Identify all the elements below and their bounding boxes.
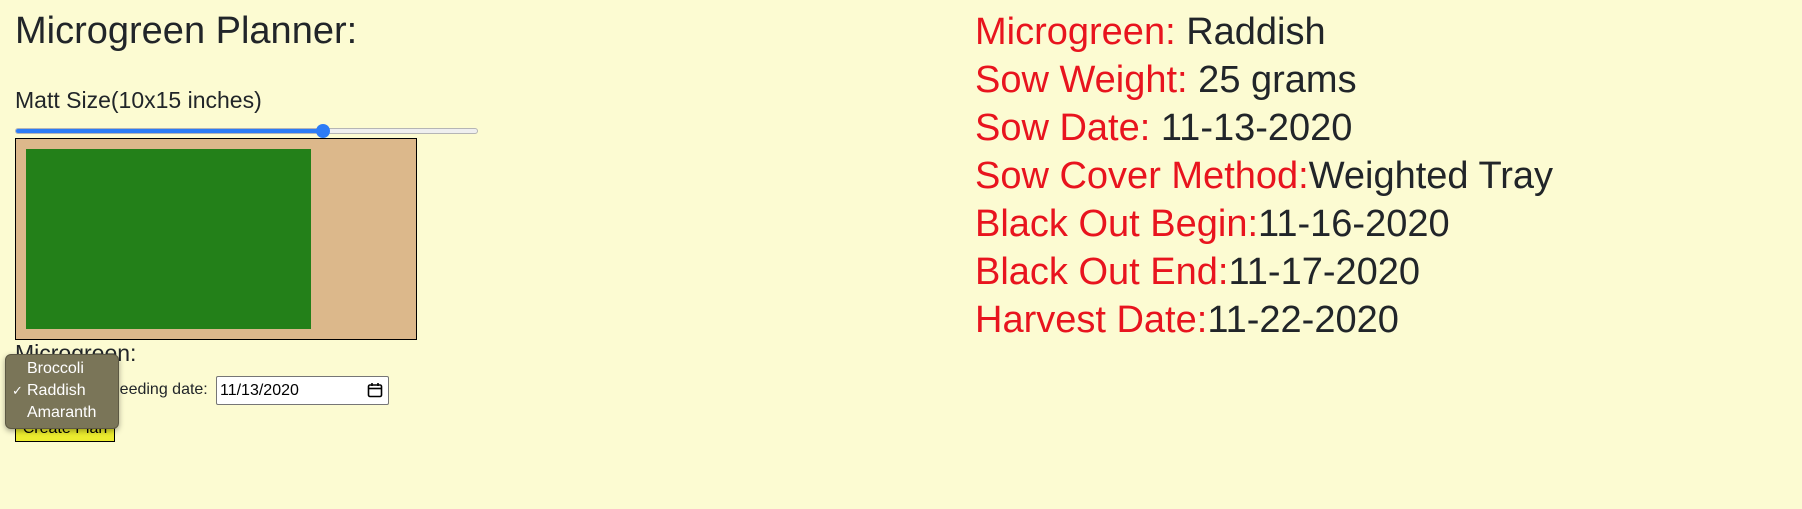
plan-value: Raddish — [1175, 11, 1326, 53]
plan-label: Microgreen: — [975, 11, 1176, 53]
plan-row-sow-date: Sow Date: 11-13-2020 — [975, 106, 1775, 154]
plan-value: 25 grams — [1187, 59, 1357, 101]
slider-track[interactable] — [15, 128, 478, 134]
plan-row-sow-cover-method: Sow Cover Method:Weighted Tray — [975, 154, 1775, 202]
plan-label: Harvest Date: — [975, 299, 1208, 341]
option-label: Broccoli — [27, 360, 84, 377]
mat-size-label: Matt Size(10x15 inches) — [15, 87, 262, 113]
plan-row-sow-weight: Sow Weight: 25 grams — [975, 58, 1775, 106]
calendar-icon[interactable] — [367, 382, 383, 398]
option-label: Amaranth — [27, 404, 97, 421]
slider-fill — [16, 129, 323, 133]
tray-mat — [15, 138, 417, 340]
planner-panel: Microgreen Planner: Matt Size(10x15 inch… — [5, 0, 485, 509]
dropdown-option-amaranth[interactable]: Amaranth — [6, 402, 118, 424]
option-label: Raddish — [27, 382, 86, 399]
seeding-date-value: 11/13/2020 — [220, 382, 299, 399]
microgreen-dropdown[interactable]: Broccoli ✓ Raddish Amaranth — [5, 354, 119, 429]
seeding-date-label: Seeding date: — [109, 381, 208, 398]
seed-area — [26, 149, 311, 329]
slider-thumb[interactable] — [315, 124, 330, 138]
plan-value: Weighted Tray — [1308, 155, 1554, 197]
plan-label: Sow Date: — [975, 107, 1151, 149]
mat-size-slider[interactable] — [15, 124, 478, 138]
plan-row-harvest-date: Harvest Date:11-22-2020 — [975, 298, 1775, 346]
page-title: Microgreen Planner: — [15, 10, 358, 52]
plan-row-black-out-end: Black Out End:11-17-2020 — [975, 250, 1775, 298]
dropdown-option-raddish[interactable]: ✓ Raddish — [6, 380, 118, 402]
plan-label: Sow Weight: — [975, 59, 1188, 101]
seeding-date-input[interactable]: 11/13/2020 — [216, 376, 389, 405]
plan-label: Sow Cover Method: — [975, 155, 1309, 197]
plan-row-black-out-begin: Black Out Begin:11-16-2020 — [975, 202, 1775, 250]
check-icon: ✓ — [12, 383, 23, 398]
plan-label: Black Out End: — [975, 251, 1229, 293]
plan-summary: Microgreen: Raddish Sow Weight: 25 grams… — [975, 10, 1775, 346]
dropdown-option-broccoli[interactable]: Broccoli — [6, 358, 118, 380]
plan-value: 11-13-2020 — [1150, 107, 1353, 149]
plan-label: Black Out Begin: — [975, 203, 1259, 245]
plan-value: 11-17-2020 — [1228, 251, 1421, 293]
plan-value: 11-22-2020 — [1207, 299, 1399, 341]
plan-row-microgreen: Microgreen: Raddish — [975, 10, 1775, 58]
plan-value: 11-16-2020 — [1258, 203, 1450, 245]
